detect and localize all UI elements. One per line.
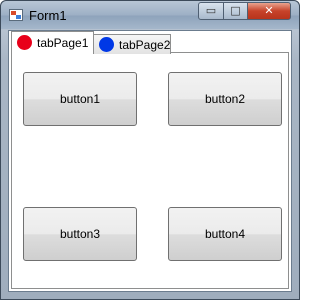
close-icon: ✕ (264, 4, 274, 17)
red-dot-icon (17, 35, 32, 50)
maximize-button[interactable]: □ (223, 2, 248, 20)
maximize-icon: □ (230, 4, 241, 17)
window-title: Form1 (29, 8, 67, 23)
close-button[interactable]: ✕ (247, 2, 291, 20)
button2[interactable]: button2 (168, 72, 282, 126)
tab-label: tabPage2 (119, 38, 171, 52)
button3[interactable]: button3 (23, 207, 137, 261)
button4[interactable]: button4 (168, 207, 282, 261)
minimize-button[interactable]: ▭ (198, 2, 224, 20)
tab-tabpage1[interactable]: tabPage1 (11, 31, 94, 53)
form-window: Form1 ▭ □ ✕ tabPage1 tabPage2 button1 bu… (0, 0, 300, 300)
tab-label: tabPage1 (37, 36, 89, 50)
button1[interactable]: button1 (23, 72, 137, 126)
app-icon[interactable] (9, 9, 23, 21)
tab-tabpage2[interactable]: tabPage2 (93, 34, 171, 54)
tab-page-content: button1 button2 button3 button4 (11, 52, 289, 289)
blue-dot-icon (99, 37, 114, 52)
form-client-area: tabPage1 tabPage2 button1 button2 button… (8, 30, 292, 292)
title-bar[interactable]: Form1 ▭ □ ✕ (1, 1, 299, 29)
minimize-icon: ▭ (205, 4, 217, 17)
